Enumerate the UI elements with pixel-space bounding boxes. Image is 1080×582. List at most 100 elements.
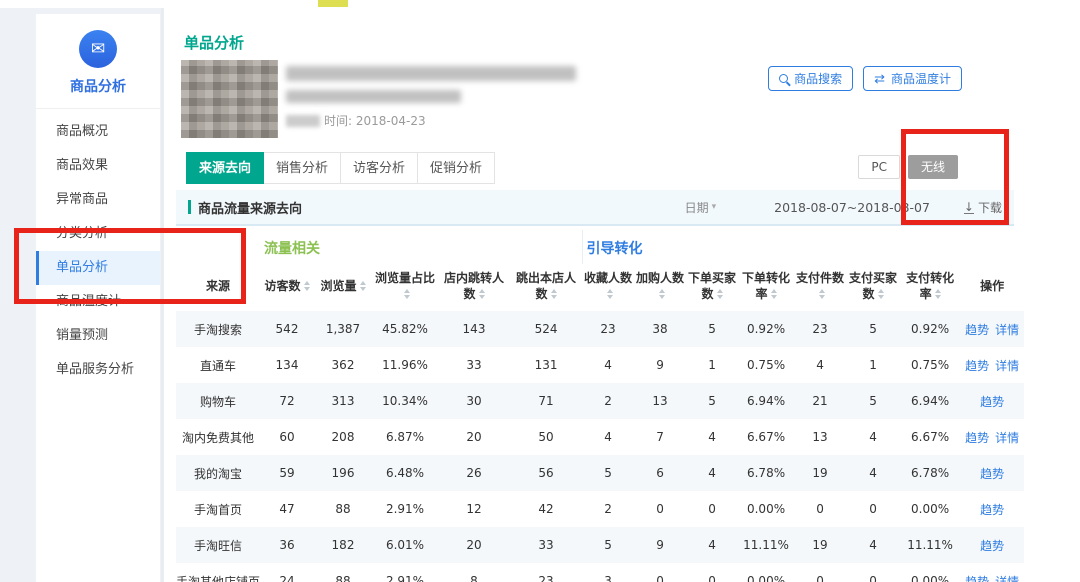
source-cell: 手淘搜索 — [176, 311, 260, 347]
value-cell: 71 — [510, 383, 582, 419]
value-cell: 4 — [686, 455, 738, 491]
sort-down-arrow — [304, 287, 310, 291]
value-cell: 0 — [846, 563, 900, 582]
sort-down-arrow — [607, 295, 613, 299]
value-cell: 6 — [634, 455, 686, 491]
sort-down-arrow — [717, 295, 723, 299]
sidebar-item[interactable]: 销量预测 — [36, 319, 160, 353]
action-link[interactable]: 趋势 — [965, 575, 989, 582]
sort-icon[interactable] — [771, 289, 777, 299]
action-link[interactable]: 详情 — [995, 323, 1019, 337]
product-search-button[interactable]: 商品搜索 — [768, 66, 853, 91]
sort-down-arrow — [551, 295, 557, 299]
wireless-button[interactable]: 无线 — [908, 155, 958, 179]
column-header: 支付件数 — [794, 264, 846, 311]
value-cell: 6.94% — [900, 383, 960, 419]
table-row: 我的淘宝591966.48%26565646.78%1946.78%趋势 — [176, 455, 1024, 491]
value-cell: 24 — [260, 563, 314, 582]
value-cell: 0.00% — [738, 491, 794, 527]
sidebar-item[interactable]: 商品温度计 — [36, 285, 160, 319]
action-link[interactable]: 趋势 — [965, 359, 989, 373]
sidebar-item[interactable]: 商品效果 — [36, 149, 160, 183]
value-cell: 6.48% — [372, 455, 438, 491]
table-row: 直通车13436211.96%331314910.75%410.75%趋势详情 — [176, 347, 1024, 383]
value-cell: 33 — [438, 347, 510, 383]
sidebar-item[interactable]: 分类分析 — [36, 217, 160, 251]
value-cell: 4 — [794, 347, 846, 383]
sort-icon[interactable] — [479, 289, 485, 299]
date-dropdown-label: 日期 — [685, 199, 709, 216]
sort-icon[interactable] — [304, 281, 310, 291]
sort-icon[interactable] — [819, 289, 825, 299]
sort-icon[interactable] — [659, 289, 665, 299]
value-cell: 208 — [314, 419, 372, 455]
traffic-table-wrap: 流量相关引导转化来源访客数浏览量浏览量占比店内跳转人数跳出本店人数收藏人数加购人… — [176, 230, 1024, 582]
sort-up-arrow — [404, 289, 410, 293]
column-header: 访客数 — [260, 264, 314, 311]
table-row: 手淘旺信361826.01%203359411.11%19411.11%趋势 — [176, 527, 1024, 563]
tab-0[interactable]: 来源去向 — [186, 152, 264, 184]
sidebar-item[interactable]: 单品分析 — [36, 251, 160, 285]
download-button[interactable]: ↓ 下载 — [964, 199, 1002, 216]
source-cell: 手淘首页 — [176, 491, 260, 527]
blurred-text-chip — [286, 115, 320, 127]
value-cell: 0.00% — [900, 563, 960, 582]
chevron-down-icon: ▾ — [712, 202, 717, 212]
tab-3[interactable]: 促销分析 — [418, 152, 495, 184]
value-cell: 45.82% — [372, 311, 438, 347]
action-link[interactable]: 详情 — [995, 431, 1019, 445]
action-link[interactable]: 趋势 — [980, 539, 1004, 553]
value-cell: 47 — [260, 491, 314, 527]
sidebar-item[interactable]: 异常商品 — [36, 183, 160, 217]
action-link[interactable]: 详情 — [995, 359, 1019, 373]
sort-icon[interactable] — [360, 281, 366, 291]
sort-down-arrow — [479, 295, 485, 299]
traffic-table: 流量相关引导转化来源访客数浏览量浏览量占比店内跳转人数跳出本店人数收藏人数加购人… — [176, 230, 1024, 582]
value-cell: 36 — [260, 527, 314, 563]
product-thermometer-button[interactable]: ⇄ 商品温度计 — [863, 66, 962, 91]
value-cell: 26 — [438, 455, 510, 491]
value-cell: 4 — [582, 347, 634, 383]
value-cell: 5 — [686, 311, 738, 347]
sort-icon[interactable] — [717, 289, 723, 299]
sidebar-item[interactable]: 单品服务分析 — [36, 353, 160, 387]
pc-button[interactable]: PC — [858, 155, 900, 179]
value-cell: 5 — [582, 527, 634, 563]
tab-1[interactable]: 销售分析 — [264, 152, 341, 184]
value-cell: 0.00% — [738, 563, 794, 582]
sort-down-arrow — [360, 287, 366, 291]
top-actions: 商品搜索 ⇄ 商品温度计 — [768, 66, 962, 91]
column-header-row: 来源访客数浏览量浏览量占比店内跳转人数跳出本店人数收藏人数加购人数下单买家数下单… — [176, 264, 1024, 311]
top-accent — [318, 0, 348, 7]
column-header: 跳出本店人数 — [510, 264, 582, 311]
column-header: 浏览量占比 — [372, 264, 438, 311]
swap-arrows-icon: ⇄ — [874, 72, 885, 85]
sort-icon[interactable] — [878, 289, 884, 299]
action-link[interactable]: 详情 — [995, 575, 1019, 582]
sort-icon[interactable] — [404, 289, 410, 299]
column-header: 下单买家数 — [686, 264, 738, 311]
sidebar-item[interactable]: 商品概况 — [36, 115, 160, 149]
column-header: 支付转化率 — [900, 264, 960, 311]
sidebar-logo: ✉ 商品分析 — [36, 14, 160, 109]
action-link[interactable]: 趋势 — [965, 323, 989, 337]
value-cell: 5 — [582, 455, 634, 491]
sort-down-arrow — [404, 295, 410, 299]
value-cell: 524 — [510, 311, 582, 347]
value-cell: 7 — [634, 419, 686, 455]
action-link[interactable]: 趋势 — [980, 503, 1004, 517]
value-cell: 6.67% — [738, 419, 794, 455]
sort-icon[interactable] — [607, 289, 613, 299]
tab-2[interactable]: 访客分析 — [341, 152, 418, 184]
value-cell: 11.11% — [900, 527, 960, 563]
date-dropdown[interactable]: 日期 ▾ — [685, 199, 717, 216]
sidebar: ✉ 商品分析 商品概况商品效果异常商品分类分析单品分析商品温度计销量预测单品服务… — [36, 14, 160, 582]
action-link[interactable]: 趋势 — [980, 467, 1004, 481]
sort-icon[interactable] — [935, 289, 941, 299]
value-cell: 59 — [260, 455, 314, 491]
value-cell: 3 — [582, 563, 634, 582]
download-label: 下载 — [978, 199, 1002, 216]
sort-icon[interactable] — [551, 289, 557, 299]
action-link[interactable]: 趋势 — [980, 395, 1004, 409]
action-link[interactable]: 趋势 — [965, 431, 989, 445]
